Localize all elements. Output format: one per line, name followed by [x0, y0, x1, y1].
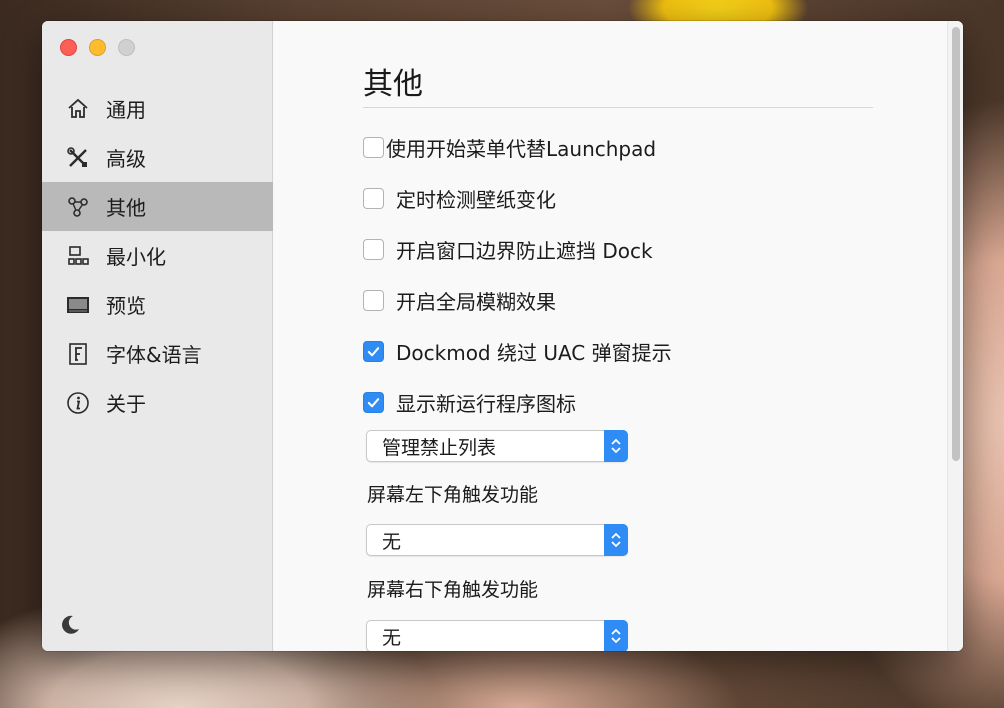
checkbox-row-window-boundary[interactable]: 开启窗口边界防止遮挡 Dock: [363, 235, 653, 264]
sidebar-nav: 通用 高级 其他 最小化 预览 字体&语言 关于: [42, 84, 273, 427]
bottom-left-corner-label: 屏幕左下角触发功能: [367, 484, 539, 506]
checkbox[interactable]: [363, 290, 384, 311]
checkbox-checked[interactable]: [363, 341, 384, 362]
sidebar-item-about[interactable]: 关于: [42, 378, 273, 427]
scrollbar-thumb[interactable]: [952, 27, 960, 461]
select-stepper-icon[interactable]: [604, 430, 628, 462]
sidebar-item-advanced[interactable]: 高级: [42, 133, 273, 182]
title-divider: [363, 107, 873, 108]
window-controls: [60, 39, 135, 56]
sidebar-item-font-language[interactable]: 字体&语言: [42, 329, 273, 378]
select-stepper-icon[interactable]: [604, 524, 628, 556]
checkbox-row-global-blur[interactable]: 开启全局模糊效果: [363, 286, 556, 315]
sidebar-item-label: 高级: [106, 147, 146, 171]
checkbox-label: 开启全局模糊效果: [396, 290, 556, 314]
tools-icon: [66, 146, 90, 170]
bottom-right-corner-select[interactable]: 无: [366, 620, 628, 651]
sidebar-item-minimize[interactable]: 最小化: [42, 231, 273, 280]
sidebar: 通用 高级 其他 最小化 预览 字体&语言 关于: [42, 21, 273, 651]
sidebar-item-label: 通用: [106, 98, 146, 122]
checkbox-row-wallpaper-detect[interactable]: 定时检测壁纸变化: [363, 184, 556, 213]
settings-panel: 其他 使用开始菜单代替Launchpad 定时检测壁纸变化 开启窗口边界防止遮挡…: [274, 21, 963, 651]
checkbox-label: 使用开始菜单代替Launchpad: [386, 137, 657, 161]
select-value: 管理禁止列表: [382, 436, 497, 459]
checkbox-label: Dockmod 绕过 UAC 弹窗提示: [396, 341, 672, 365]
sidebar-item-preview[interactable]: 预览: [42, 280, 273, 329]
sidebar-item-label: 字体&语言: [106, 343, 202, 367]
preferences-window: 通用 高级 其他 最小化 预览 字体&语言 关于 其他 使用开始菜单代替Laun…: [42, 21, 963, 651]
sidebar-item-label: 关于: [106, 392, 146, 416]
preview-icon: [66, 293, 90, 317]
checkbox-row-start-menu[interactable]: 使用开始菜单代替Launchpad: [363, 133, 656, 162]
blacklist-select[interactable]: 管理禁止列表: [366, 430, 628, 462]
sidebar-item-label: 其他: [106, 196, 146, 220]
checkbox-label: 显示新运行程序图标: [396, 392, 576, 416]
close-button[interactable]: [60, 39, 77, 56]
select-value: 无: [382, 626, 402, 649]
sidebar-item-label: 预览: [106, 294, 146, 318]
checkbox[interactable]: [363, 239, 384, 260]
checkbox-row-show-new-app-icon[interactable]: 显示新运行程序图标: [363, 388, 576, 417]
checkbox-label: 定时检测壁纸变化: [396, 188, 556, 212]
house-icon: [66, 97, 90, 121]
minimize-icon: [66, 244, 90, 268]
minimize-button[interactable]: [89, 39, 106, 56]
checkmark-icon: [367, 347, 380, 357]
checkbox[interactable]: [363, 137, 384, 158]
moon-icon[interactable]: [58, 613, 82, 637]
vertical-scrollbar[interactable]: [947, 21, 963, 651]
select-stepper-icon[interactable]: [604, 620, 628, 651]
checkmark-icon: [367, 398, 380, 408]
checkbox-row-bypass-uac[interactable]: Dockmod 绕过 UAC 弹窗提示: [363, 337, 672, 366]
zoom-button[interactable]: [118, 39, 135, 56]
sidebar-item-label: 最小化: [106, 245, 166, 269]
checkbox[interactable]: [363, 188, 384, 209]
bottom-left-corner-select[interactable]: 无: [366, 524, 628, 556]
info-icon: [66, 391, 90, 415]
network-nodes-icon: [66, 195, 90, 219]
checkbox-label: 开启窗口边界防止遮挡 Dock: [396, 239, 653, 263]
page-title: 其他: [363, 67, 423, 102]
font-icon: [66, 342, 90, 366]
sidebar-item-other[interactable]: 其他: [42, 182, 273, 231]
sidebar-item-general[interactable]: 通用: [42, 84, 273, 133]
checkbox-checked[interactable]: [363, 392, 384, 413]
bottom-right-corner-label: 屏幕右下角触发功能: [367, 579, 539, 601]
select-value: 无: [382, 530, 402, 553]
